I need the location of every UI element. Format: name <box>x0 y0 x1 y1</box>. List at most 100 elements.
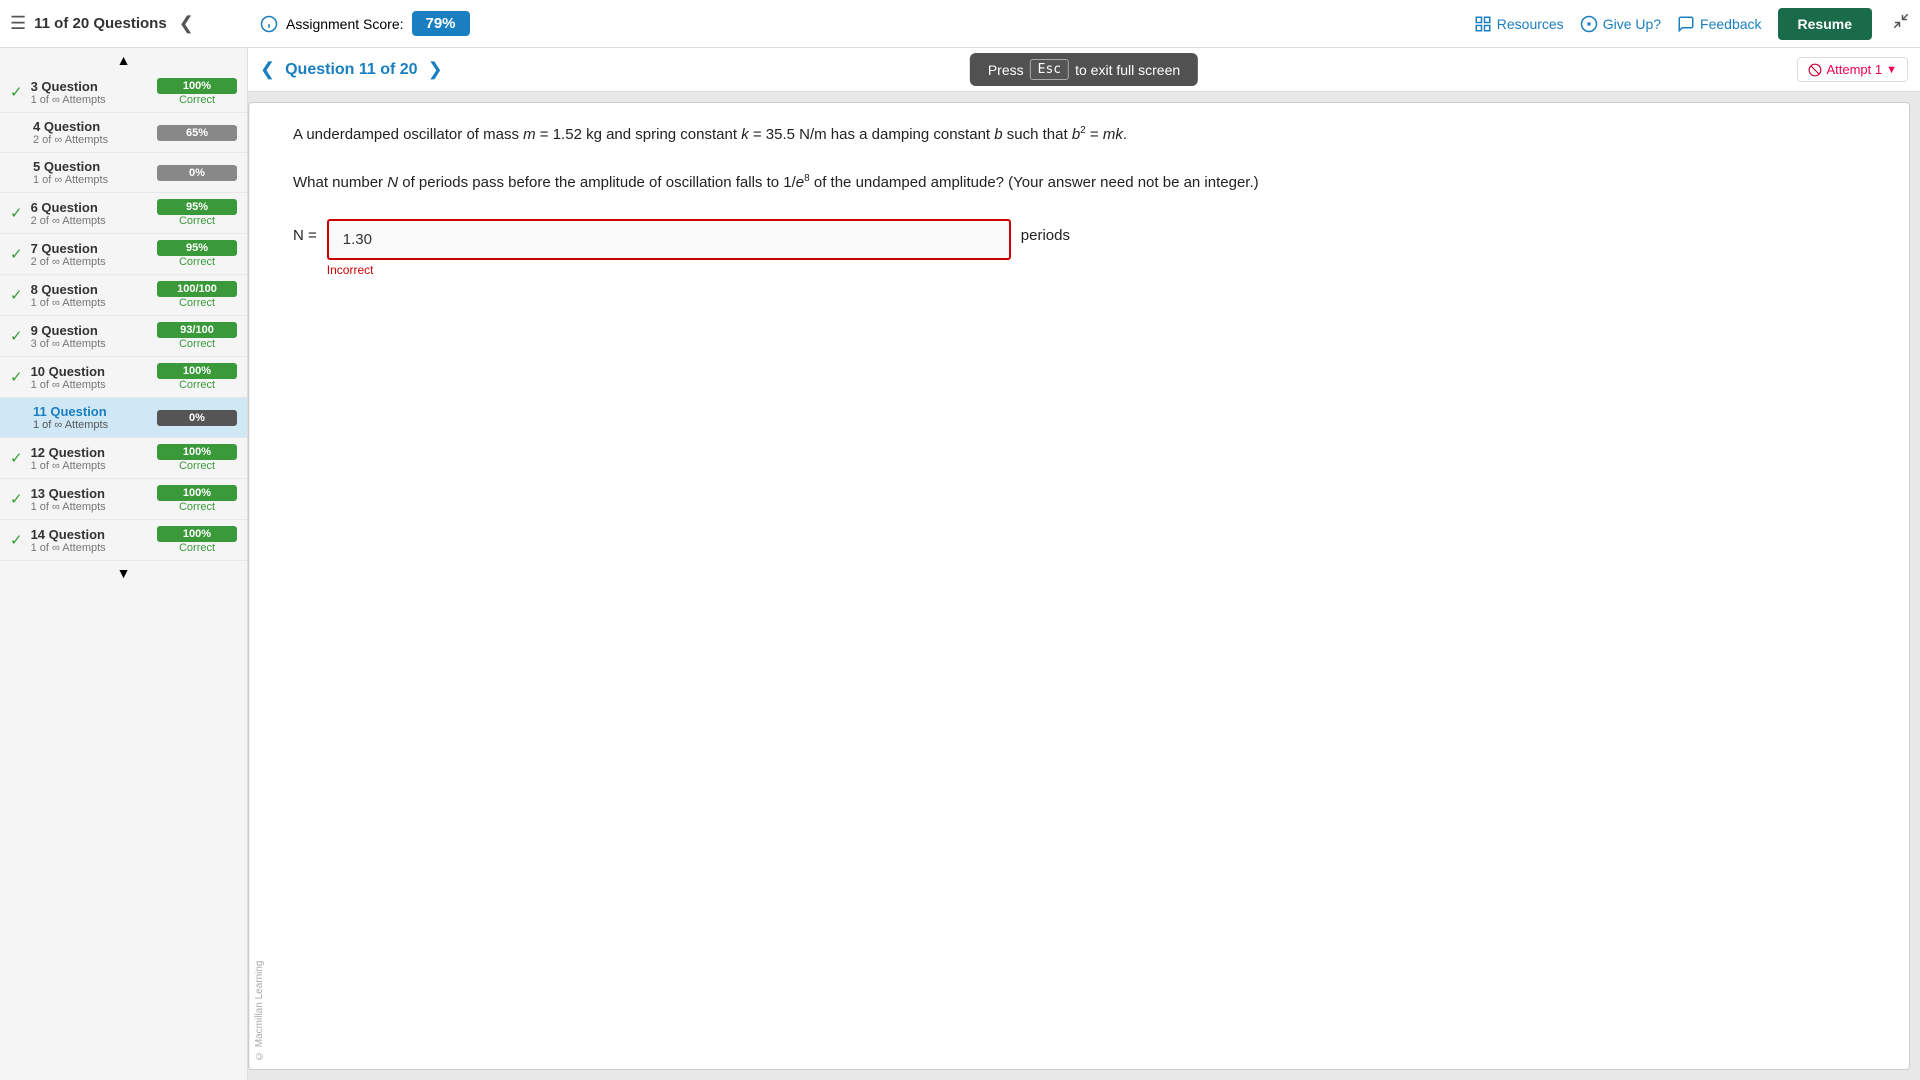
progress-bar: 95% <box>157 199 237 215</box>
sidebar-item-attempts: 1 of ∞ Attempts <box>33 174 151 186</box>
progress-bar: 93/100 <box>157 322 237 338</box>
question-nav: ❮ Question 11 of 20 ❯ Press Esc to exit … <box>248 48 1920 92</box>
sidebar-item-title: 9 Question <box>31 323 151 338</box>
progress-bar: 100/100 <box>157 281 237 297</box>
progress-bar: 0% <box>157 410 237 426</box>
sidebar-item-info: 14 Question 1 of ∞ Attempts <box>31 527 151 554</box>
sidebar-item-q13[interactable]: ✓ 13 Question 1 of ∞ Attempts 100% Corre… <box>0 479 247 520</box>
header-title: 11 of 20 Questions <box>34 15 167 32</box>
progress-bar: 100% <box>157 78 237 94</box>
sidebar-item-info: 9 Question 3 of ∞ Attempts <box>31 323 151 350</box>
check-icon: ✓ <box>10 531 23 549</box>
check-icon: ✓ <box>10 245 23 263</box>
sidebar-item-title: 12 Question <box>31 445 151 460</box>
progress-bar-container: 0% <box>157 165 237 181</box>
progress-bar: 100% <box>157 526 237 542</box>
sidebar-item-attempts: 1 of ∞ Attempts <box>31 379 151 391</box>
progress-bar-container: 65% <box>157 125 237 141</box>
sidebar: ▲ ✓ 3 Question 1 of ∞ Attempts 100% Corr… <box>0 48 248 1080</box>
sidebar-item-q8[interactable]: ✓ 8 Question 1 of ∞ Attempts 100/100 Cor… <box>0 275 247 316</box>
sidebar-item-attempts: 1 of ∞ Attempts <box>33 419 151 431</box>
question-panel: © Macmillan Learning A underdamped oscil… <box>248 102 1910 1070</box>
check-icon: ✓ <box>10 368 23 386</box>
resume-button[interactable]: Resume <box>1778 8 1872 40</box>
sidebar-item-attempts: 1 of ∞ Attempts <box>31 94 151 106</box>
sidebar-item-title: 14 Question <box>31 527 151 542</box>
sidebar-item-attempts: 3 of ∞ Attempts <box>31 338 151 350</box>
sidebar-item-attempts: 1 of ∞ Attempts <box>31 501 151 513</box>
progress-bar: 95% <box>157 240 237 256</box>
sidebar-item-info: 8 Question 1 of ∞ Attempts <box>31 282 151 309</box>
sidebar-item-info: 13 Question 1 of ∞ Attempts <box>31 486 151 513</box>
sidebar-item-title: 3 Question <box>31 79 151 94</box>
main-layout: ▲ ✓ 3 Question 1 of ∞ Attempts 100% Corr… <box>0 48 1920 1080</box>
sidebar-item-title: 7 Question <box>31 241 151 256</box>
sidebar-item-title: 4 Question <box>33 119 151 134</box>
check-icon: ✓ <box>10 83 23 101</box>
sidebar-scroll-down[interactable]: ▼ <box>0 561 247 585</box>
status-correct: Correct <box>157 256 237 268</box>
prev-question-button[interactable]: ❮ <box>260 59 275 80</box>
check-icon: ✓ <box>10 327 23 345</box>
answer-input[interactable] <box>329 221 1009 258</box>
answer-input-container: Incorrect <box>327 219 1011 277</box>
sidebar-item-q5[interactable]: 5 Question 1 of ∞ Attempts 0% <box>0 153 247 193</box>
periods-label: periods <box>1021 219 1070 244</box>
sidebar-item-attempts: 1 of ∞ Attempts <box>31 460 151 472</box>
sidebar-item-q11[interactable]: 11 Question 1 of ∞ Attempts 0% <box>0 398 247 438</box>
answer-row: N = Incorrect periods <box>293 219 1885 277</box>
sidebar-item-title: 6 Question <box>31 200 151 215</box>
sidebar-item-title: 10 Question <box>31 364 151 379</box>
sidebar-item-info: 5 Question 1 of ∞ Attempts <box>33 159 151 186</box>
check-icon: ✓ <box>10 449 23 467</box>
sidebar-item-q10[interactable]: ✓ 10 Question 1 of ∞ Attempts 100% Corre… <box>0 357 247 398</box>
attempt-button[interactable]: Attempt 1 ▼ <box>1797 57 1908 82</box>
answer-input-wrapper <box>327 219 1011 260</box>
question-text: A underdamped oscillator of mass m = 1.5… <box>293 123 1885 195</box>
sidebar-item-q7[interactable]: ✓ 7 Question 2 of ∞ Attempts 95% Correct <box>0 234 247 275</box>
resources-label: Resources <box>1497 16 1564 32</box>
progress-bar-container: 93/100 Correct <box>157 322 237 350</box>
esc-key: Esc <box>1030 59 1069 80</box>
sidebar-scroll-up[interactable]: ▲ <box>0 48 247 72</box>
collapse-sidebar-button[interactable]: ❮ <box>179 13 194 34</box>
question-text-p1: A underdamped oscillator of mass m = 1.5… <box>293 126 1127 143</box>
esc-press-text: Press <box>988 62 1024 78</box>
resources-button[interactable]: Resources <box>1474 15 1564 33</box>
give-up-button[interactable]: Give Up? <box>1580 15 1661 33</box>
hamburger-icon[interactable]: ☰ <box>10 13 26 34</box>
fullscreen-exit-button[interactable] <box>1892 12 1910 35</box>
publisher-watermark: © Macmillan Learning <box>249 103 269 1069</box>
header-left: ☰ 11 of 20 Questions ❮ <box>10 13 250 34</box>
sidebar-item-q12[interactable]: ✓ 12 Question 1 of ∞ Attempts 100% Corre… <box>0 438 247 479</box>
attempt-chevron-icon: ▼ <box>1886 64 1897 76</box>
sidebar-item-attempts: 2 of ∞ Attempts <box>31 256 151 268</box>
status-correct: Correct <box>157 338 237 350</box>
header-right: Resources Give Up? Feedback Resume <box>1474 8 1910 40</box>
resources-icon <box>1474 15 1492 33</box>
fullscreen-exit-icon <box>1892 12 1910 30</box>
status-correct: Correct <box>157 501 237 513</box>
progress-bar-container: 100% Correct <box>157 363 237 391</box>
feedback-button[interactable]: Feedback <box>1677 15 1761 33</box>
sidebar-item-q6[interactable]: ✓ 6 Question 2 of ∞ Attempts 95% Correct <box>0 193 247 234</box>
progress-bar: 100% <box>157 485 237 501</box>
incorrect-label: Incorrect <box>327 263 1011 277</box>
question-nav-title: Question 11 of 20 <box>285 61 417 79</box>
sidebar-item-q9[interactable]: ✓ 9 Question 3 of ∞ Attempts 93/100 Corr… <box>0 316 247 357</box>
sidebar-item-q3[interactable]: ✓ 3 Question 1 of ∞ Attempts 100% Correc… <box>0 72 247 113</box>
progress-bar-container: 100% Correct <box>157 444 237 472</box>
sidebar-item-q14[interactable]: ✓ 14 Question 1 of ∞ Attempts 100% Corre… <box>0 520 247 561</box>
attempt-label: Attempt 1 <box>1826 62 1882 77</box>
sidebar-item-attempts: 2 of ∞ Attempts <box>31 215 151 227</box>
progress-bar-container: 100% Correct <box>157 78 237 106</box>
sidebar-item-q4[interactable]: 4 Question 2 of ∞ Attempts 65% <box>0 113 247 153</box>
progress-bar: 100% <box>157 363 237 379</box>
sidebar-item-title: 8 Question <box>31 282 151 297</box>
next-question-button[interactable]: ❯ <box>428 59 443 80</box>
assignment-score-label: Assignment Score: <box>286 16 404 32</box>
progress-bar-container: 95% Correct <box>157 199 237 227</box>
give-up-label: Give Up? <box>1603 16 1661 32</box>
feedback-label: Feedback <box>1700 16 1761 32</box>
progress-bar-container: 100% Correct <box>157 485 237 513</box>
